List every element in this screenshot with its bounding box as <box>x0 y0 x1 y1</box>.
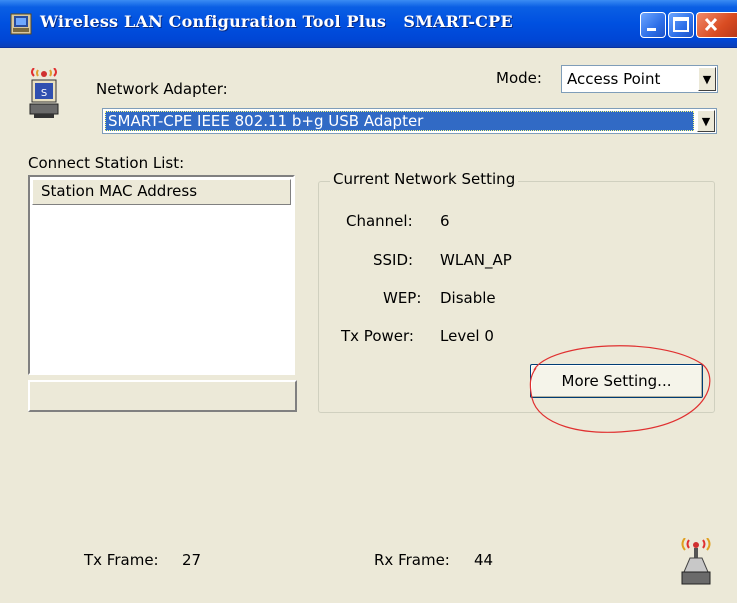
chevron-down-icon: ▼ <box>701 114 711 128</box>
tx-frame-label: Tx Frame: <box>84 551 159 569</box>
station-list[interactable]: Station MAC Address <box>28 175 295 375</box>
mode-label: Mode: <box>496 69 542 87</box>
close-button[interactable] <box>696 12 737 38</box>
highlight-circle-annotation <box>529 345 711 433</box>
wireless-adapter-icon: S <box>26 67 62 122</box>
txpower-label: Tx Power: <box>341 327 414 345</box>
channel-label: Channel: <box>346 212 413 230</box>
txpower-value: Level 0 <box>440 327 494 345</box>
window-title: Wireless LAN Configuration Tool Plus SMA… <box>40 12 513 31</box>
network-setting-title: Current Network Setting <box>330 170 519 188</box>
mode-select[interactable]: Access Point ▼ <box>561 65 718 93</box>
minimize-button[interactable] <box>640 12 666 38</box>
rx-frame-label: Rx Frame: <box>374 551 450 569</box>
maximize-button[interactable] <box>668 12 694 38</box>
adapter-value: SMART-CPE IEEE 802.11 b+g USB Adapter <box>108 112 424 130</box>
app-title-icon[interactable] <box>10 13 32 35</box>
close-icon <box>704 17 718 32</box>
network-adapter-select[interactable]: SMART-CPE IEEE 802.11 b+g USB Adapter ▼ <box>102 108 717 134</box>
mode-dropdown-button[interactable]: ▼ <box>698 67 716 91</box>
station-list-label: Connect Station List: <box>28 154 185 172</box>
antenna-icon <box>678 537 714 588</box>
ssid-value: WLAN_AP <box>440 251 512 269</box>
network-adapter-label: Network Adapter: <box>96 80 228 98</box>
column-header-mac[interactable]: Station MAC Address <box>32 179 291 205</box>
title-bar[interactable]: Wireless LAN Configuration Tool Plus SMA… <box>0 0 737 48</box>
chevron-down-icon: ▼ <box>702 72 712 86</box>
wep-label: WEP: <box>383 289 422 307</box>
tx-frame-value: 27 <box>182 551 202 569</box>
mode-value: Access Point <box>567 70 661 88</box>
adapter-dropdown-button[interactable]: ▼ <box>697 110 715 132</box>
station-list-status-bar <box>28 380 297 412</box>
maximize-icon <box>673 17 689 32</box>
minimize-icon <box>647 28 656 31</box>
wep-value: Disable <box>440 289 496 307</box>
svg-text:S: S <box>41 88 47 99</box>
rx-frame-value: 44 <box>474 551 494 569</box>
ssid-label: SSID: <box>373 251 414 269</box>
channel-value: 6 <box>440 212 450 230</box>
